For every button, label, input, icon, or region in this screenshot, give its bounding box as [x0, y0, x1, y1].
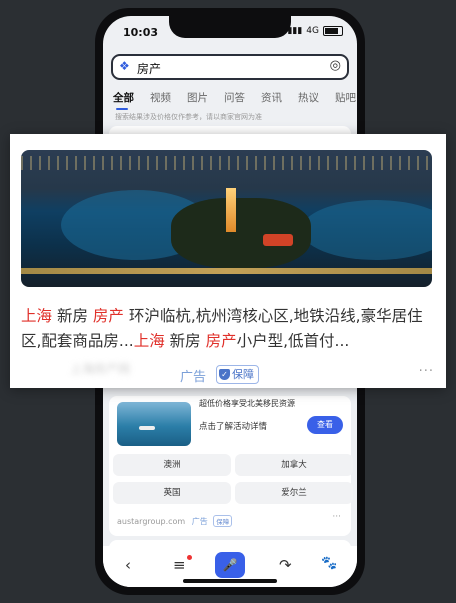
search-input[interactable]: 房产 [137, 60, 161, 77]
ad-promo-line1: 超低价格享受北美移民资源 [199, 399, 295, 408]
ad-source-domain[interactable]: austargroup.com [117, 517, 185, 526]
chip-australia[interactable]: 澳洲 [113, 454, 231, 476]
desc-part: 小户型,低首付... [236, 332, 350, 350]
desc-part: 新房 [52, 307, 93, 325]
desc-part: 上海 [133, 332, 165, 350]
tab-video[interactable]: 视频 [150, 90, 171, 105]
paw-icon[interactable]: 🐾 [321, 556, 337, 571]
chip-canada[interactable]: 加拿大 [235, 454, 353, 476]
ad-result-card[interactable]: 超低价格享受北美移民资源 点击了解活动详情 查看 澳洲 加拿大 英国 爱尔兰 a… [109, 396, 353, 536]
ad-label-large: 广告 [180, 370, 207, 385]
desc-part: 房产 [205, 332, 237, 350]
ad-thumbnail[interactable] [117, 402, 191, 446]
battery-icon [323, 26, 343, 36]
microphone-icon: 🎤 [222, 558, 238, 572]
share-icon[interactable]: ↷ [279, 556, 292, 574]
desc-part: 房产 [92, 307, 124, 325]
baidu-paw-icon: ❖ [119, 59, 130, 73]
camera-icon[interactable]: ◎ [330, 58, 341, 73]
search-bar[interactable]: ❖ 房产 ◎ [111, 54, 349, 80]
chip-ireland[interactable]: 爱尔兰 [235, 482, 353, 504]
tab-news[interactable]: 资讯 [261, 90, 282, 105]
notification-dot [187, 555, 192, 560]
home-indicator [183, 579, 277, 583]
network-label: 4G [306, 26, 319, 36]
tab-images[interactable]: 图片 [187, 90, 208, 105]
hero-image[interactable] [21, 150, 432, 287]
menu-icon[interactable]: ≡ [173, 556, 186, 574]
chip-uk[interactable]: 英国 [113, 482, 231, 504]
more-options-icon-large[interactable]: ··· [419, 364, 434, 379]
guarantee-badge-large: ✓ 保障 [216, 365, 259, 384]
shield-check-icon: ✓ [219, 369, 230, 380]
desc-part: 上海 [21, 307, 53, 325]
search-tabs: 全部 视频 图片 问答 资讯 热议 贴吧 [113, 90, 356, 110]
tab-all[interactable]: 全部 [113, 90, 134, 110]
bottom-nav-bar: ‹ ≡ 🎤 ↷ 🐾 [103, 546, 357, 587]
tab-qa[interactable]: 问答 [224, 90, 245, 105]
tab-tieba[interactable]: 贴吧 [335, 90, 356, 105]
tab-discussion[interactable]: 热议 [298, 90, 319, 105]
more-options-icon[interactable]: ··· [332, 512, 341, 522]
ad-label: 广告 [191, 517, 208, 526]
desc-part: 新房 [164, 332, 206, 350]
ad-source-blurred[interactable]: 上海房产网 [70, 360, 130, 377]
zoomed-ad-card[interactable]: 上海 新房 房产 环沪临杭,杭州湾核心区,地铁沿线,豪华居住区,配套商品房...… [10, 134, 446, 388]
back-icon[interactable]: ‹ [125, 556, 131, 574]
ad-source-row: austargroup.com 广告 保障 [117, 515, 233, 527]
ad-description[interactable]: 上海 新房 房产 环沪临杭,杭州湾核心区,地铁沿线,豪华居住区,配套商品房...… [21, 304, 435, 354]
price-notice: 搜索结果涉及价格仅作参考，请以商家官网为准 [115, 113, 262, 121]
view-button[interactable]: 查看 [307, 416, 343, 434]
voice-search-button[interactable]: 🎤 [215, 552, 245, 578]
status-time: 10:03 [123, 26, 159, 39]
guarantee-text: 保障 [232, 368, 254, 381]
status-icons: ▮▮▮ 4G [287, 26, 343, 36]
guarantee-badge: 保障 [213, 515, 233, 527]
notch [169, 16, 291, 38]
ad-promo-line2: 点击了解活动详情 [199, 422, 268, 432]
